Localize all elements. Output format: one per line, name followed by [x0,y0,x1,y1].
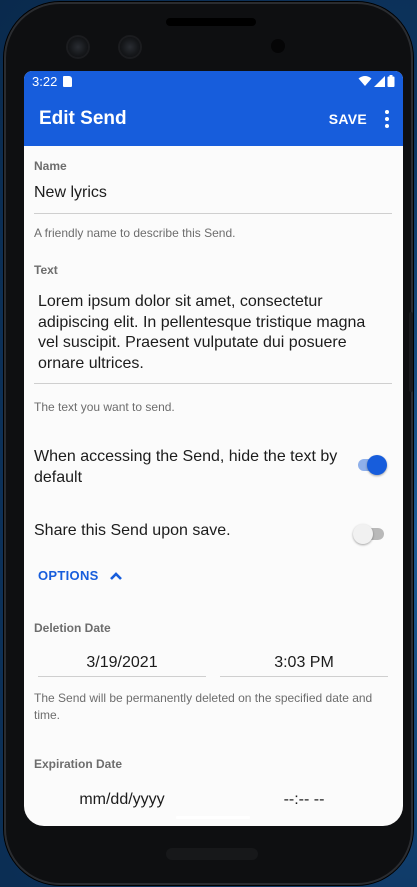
name-label: Name [34,159,67,173]
hide-text-toggle[interactable] [358,455,387,475]
expiration-time-input[interactable]: --:-- -- [220,791,388,809]
power-button [409,312,413,392]
hide-text-label: When accessing the Send, hide the text b… [34,448,338,486]
status-bar: 3:22 [24,71,403,91]
deletion-date-underline [38,676,206,677]
expiration-date-label: Expiration Date [34,757,123,771]
more-options-icon[interactable] [385,109,389,128]
proximity-sensor [271,39,285,53]
text-label: Text [34,263,58,277]
status-time: 3:22 [32,73,58,89]
earpiece-speaker [166,18,256,26]
wifi-icon [358,76,372,86]
name-input[interactable]: New lyrics [34,184,107,202]
deletion-date-input[interactable]: 3/19/2021 [38,654,206,672]
camera-icon [68,37,88,57]
deletion-time-input[interactable]: 3:03 PM [220,654,388,672]
page-title: Edit Send [39,107,127,129]
save-button[interactable]: SAVE [329,111,367,127]
options-toggle[interactable]: OPTIONS [38,568,123,583]
battery-icon [387,75,395,87]
expiration-date-input[interactable]: mm/dd/yyyy [38,791,206,809]
deletion-helper: The Send will be permanently deleted on … [34,691,373,722]
home-gesture-bar[interactable] [176,816,250,819]
phone-frame: 3:22 Edit Send SAVE Name New lyrics A fr… [4,2,413,885]
text-underline [34,383,392,384]
app-screen: 3:22 Edit Send SAVE Name New lyrics A fr… [24,71,403,826]
text-input[interactable]: Lorem ipsum dolor sit amet, consectetur … [38,292,383,374]
bottom-speaker [166,848,258,860]
name-helper: A friendly name to describe this Send. [34,226,236,240]
options-label: OPTIONS [38,568,99,583]
deletion-time-underline [220,676,388,677]
app-bar: Edit Send SAVE [24,91,403,146]
sd-card-icon [63,75,73,87]
share-on-save-label: Share this Send upon save. [34,522,231,539]
cell-signal-icon [374,75,385,87]
chevron-up-icon [109,571,122,580]
text-helper: The text you want to send. [34,400,175,414]
name-underline [34,213,392,214]
share-on-save-toggle[interactable] [353,524,384,544]
deletion-date-label: Deletion Date [34,621,111,635]
camera-icon [120,37,140,57]
